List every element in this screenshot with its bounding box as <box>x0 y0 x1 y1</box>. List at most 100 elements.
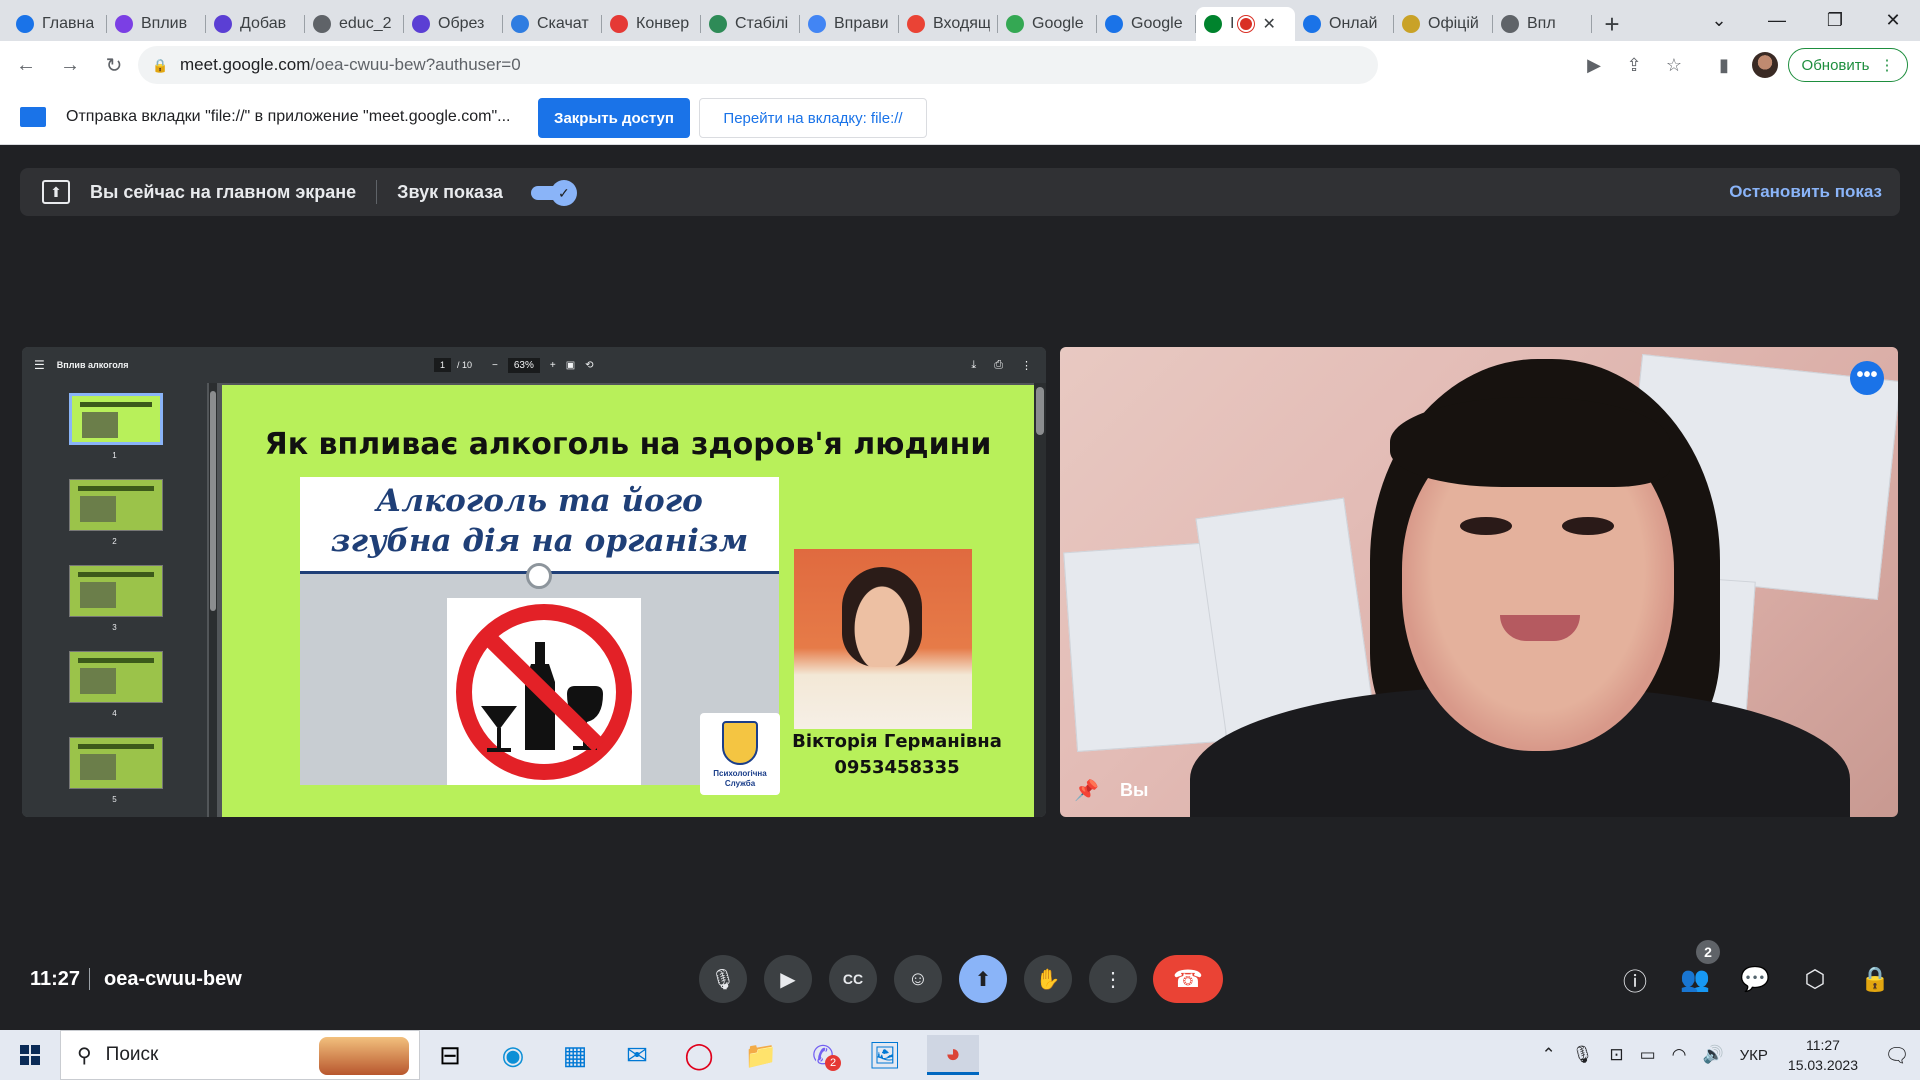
volume-icon[interactable]: 🔊 <box>1702 1045 1723 1065</box>
show-hidden-icons-icon[interactable]: ⌃ <box>1541 1045 1555 1065</box>
rotate-icon[interactable]: ⟲ <box>585 360 593 371</box>
zoom-value[interactable]: 63% <box>507 357 540 373</box>
pdf-title: Вплив алкоголя <box>56 360 129 370</box>
tile-more-options-icon[interactable]: ••• <box>1850 361 1884 395</box>
bookmark-star-icon[interactable]: ☆ <box>1660 51 1688 79</box>
page-scrollbar[interactable] <box>1034 383 1046 817</box>
browser-tab[interactable]: Добав <box>206 7 305 41</box>
browser-tab[interactable]: Скачат <box>503 7 602 41</box>
browser-tab[interactable]: Стабілі <box>701 7 800 41</box>
camera-button[interactable]: ▶ <box>764 955 812 1003</box>
page-thumbnail[interactable] <box>69 393 163 445</box>
tab-label: Офіцій <box>1428 15 1479 32</box>
meet-control-bar: 11:27 oea-cwuu-bew 🎙 ▶ CC ☺ ⬆ ✋ ⋮ ☎ ⓘ 👥 … <box>0 940 1920 1020</box>
microphone-button[interactable]: 🎙 <box>699 955 747 1003</box>
tab-label: Вплив <box>141 15 188 32</box>
browser-tab[interactable]: Конвер <box>602 7 701 41</box>
page-input[interactable]: 1 <box>434 358 452 372</box>
chat-icon[interactable]: 💬 <box>1738 962 1772 996</box>
meeting-time: 11:27 <box>30 968 81 990</box>
wifi-icon[interactable]: ◠ <box>1672 1045 1687 1065</box>
go-to-tab-button[interactable]: Перейти на вкладку: file:// <box>699 98 927 138</box>
network-adapter-icon[interactable]: ⊡ <box>1609 1045 1623 1065</box>
share-icon[interactable]: ⇪ <box>1620 51 1648 79</box>
clock-date[interactable]: 11:27 15.03.2023 <box>1788 1035 1858 1075</box>
fit-page-icon[interactable]: ▣ <box>566 360 575 371</box>
page-thumbnail[interactable] <box>69 565 163 617</box>
menu-icon[interactable]: ☰ <box>34 358 45 372</box>
browser-tab[interactable]: Google <box>998 7 1097 41</box>
zoom-in-icon[interactable]: + <box>550 360 556 371</box>
raise-hand-button[interactable]: ✋ <box>1024 955 1072 1003</box>
browser-tab[interactable]: I ✕ <box>1196 7 1295 41</box>
tab-favicon-icon <box>1501 15 1519 33</box>
activities-icon[interactable]: ⬡ <box>1798 962 1832 996</box>
pin-icon[interactable]: 📌 <box>1074 778 1099 803</box>
browser-tab[interactable]: Google <box>1097 7 1196 41</box>
camera-in-use-icon[interactable]: ▶ <box>1580 51 1608 79</box>
close-window-button[interactable]: ✕ <box>1864 0 1920 41</box>
browser-tab[interactable]: Впл <box>1493 7 1592 41</box>
more-options-icon[interactable]: ⋮ <box>1021 359 1032 372</box>
microphone-tray-icon[interactable]: 🎙 <box>1572 1045 1594 1065</box>
mail-icon[interactable]: ✉ <box>617 1035 657 1075</box>
zoom-out-icon[interactable]: − <box>492 360 498 371</box>
profile-avatar[interactable] <box>1752 52 1778 78</box>
stop-presenting-button[interactable]: Остановить показ <box>1729 182 1882 202</box>
maximize-button[interactable]: ❐ <box>1806 0 1864 41</box>
browser-tab[interactable]: Главна <box>8 7 107 41</box>
minimize-button[interactable]: — <box>1748 0 1806 41</box>
page-thumbnail[interactable] <box>69 479 163 531</box>
people-icon[interactable]: 👥 <box>1678 962 1712 996</box>
browser-tab[interactable]: educ_2 <box>305 7 404 41</box>
back-icon[interactable]: ← <box>8 47 44 83</box>
close-access-button[interactable]: Закрыть доступ <box>538 98 690 138</box>
browser-tab[interactable]: Вправи <box>800 7 899 41</box>
taskbar-search[interactable]: ⚲ Поиск <box>60 1030 420 1080</box>
photos-icon[interactable]: 🖼 <box>865 1035 905 1075</box>
opera-icon[interactable]: ◯ <box>679 1035 719 1075</box>
print-icon[interactable]: ⎙ <box>994 359 1003 372</box>
leave-call-button[interactable]: ☎ <box>1153 955 1223 1003</box>
reactions-button[interactable]: ☺ <box>894 955 942 1003</box>
meeting-details-icon[interactable]: ⓘ <box>1618 962 1652 996</box>
page-thumbnail[interactable] <box>69 737 163 789</box>
address-bar[interactable]: 🔒 meet.google.com/oea-cwuu-bew?authuser=… <box>138 46 1378 84</box>
browser-tab[interactable]: Офіцій <box>1394 7 1493 41</box>
edge-icon[interactable]: ◉ <box>493 1035 533 1075</box>
start-button[interactable] <box>0 1030 60 1080</box>
input-language[interactable]: УКР <box>1740 1047 1768 1064</box>
chrome-icon[interactable]: ◕ <box>927 1035 979 1075</box>
close-tab-icon[interactable]: ✕ <box>1262 14 1275 34</box>
side-panel-icon[interactable]: ▮ <box>1710 51 1738 79</box>
reload-icon[interactable]: ↻ <box>96 47 132 83</box>
store-icon[interactable]: ▦ <box>555 1035 595 1075</box>
tab-label: Стабілі <box>735 15 789 32</box>
page-thumbnail[interactable] <box>69 651 163 703</box>
browser-tab[interactable]: Вплив <box>107 7 206 41</box>
notifications-icon[interactable]: 🗨 <box>1874 1030 1920 1080</box>
browser-tab[interactable]: Входящ <box>899 7 998 41</box>
more-options-button[interactable]: ⋮ <box>1089 955 1137 1003</box>
battery-icon[interactable]: ▭ <box>1640 1045 1656 1065</box>
update-button[interactable]: Обновить ⋮ <box>1788 48 1908 82</box>
task-view-icon[interactable]: ⊟ <box>430 1035 470 1075</box>
tab-search-icon[interactable]: ⌄ <box>1690 0 1748 41</box>
thumbnail-heading <box>78 486 154 491</box>
sidebar-scrollbar[interactable] <box>209 383 217 817</box>
host-controls-icon[interactable]: 🔒 <box>1858 962 1892 996</box>
thumbnail-number: 3 <box>112 623 117 632</box>
thumbnail-heading <box>78 744 154 749</box>
captions-button[interactable]: CC <box>829 955 877 1003</box>
share-sound-toggle[interactable]: ✓ <box>530 180 577 206</box>
browser-tab[interactable]: Обрез <box>404 7 503 41</box>
present-button[interactable]: ⬆ <box>959 955 1007 1003</box>
page-scroll-thumb[interactable] <box>1036 387 1044 435</box>
download-icon[interactable]: ⤓ <box>971 359 976 372</box>
new-tab-button[interactable]: + <box>1592 7 1632 41</box>
forward-icon[interactable]: → <box>52 47 88 83</box>
scroll-thumb[interactable] <box>210 391 216 611</box>
browser-tab[interactable]: Онлай <box>1295 7 1394 41</box>
viber-icon[interactable]: ✆ 2 <box>803 1035 843 1075</box>
file-explorer-icon[interactable]: 📁 <box>741 1035 781 1075</box>
